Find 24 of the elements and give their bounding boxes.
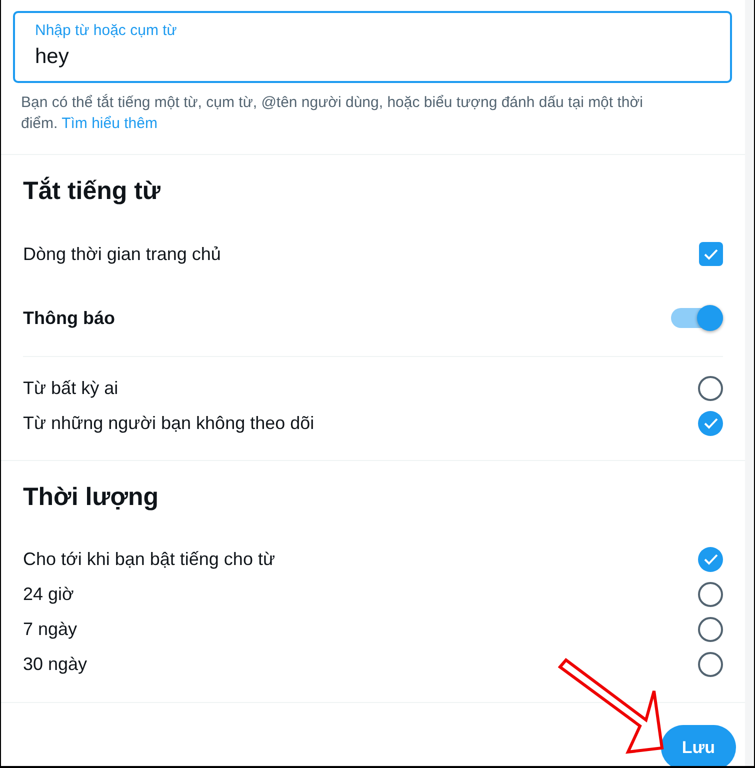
field-label: Nhập từ hoặc cụm từ — [35, 22, 178, 39]
radio-button[interactable] — [698, 617, 723, 642]
word-input-field[interactable]: Nhập từ hoặc cụm từ hey — [13, 11, 732, 83]
option-label: Từ những người bạn không theo dõi — [23, 413, 314, 434]
toggle-switch[interactable] — [671, 305, 723, 331]
option-label: Từ bất kỳ ai — [23, 378, 118, 399]
section-title: Thời lượng — [23, 483, 160, 513]
radio-button[interactable] — [698, 582, 723, 607]
setting-label: Dòng thời gian trang chủ — [23, 244, 221, 264]
radio-button[interactable] — [698, 547, 723, 572]
option-label: 24 giờ — [23, 584, 74, 605]
check-icon — [704, 554, 718, 565]
help-text: Bạn có thể tắt tiếng một từ, cụm từ, @tên người dùng, hoặc biểu tượng đánh dấu tại một thời điểm. Tìm hiểu thêm — [21, 93, 644, 134]
setting-label: Thông báo — [23, 308, 115, 328]
option-label: Cho tới khi bạn bật tiếng cho từ — [23, 549, 275, 570]
option-label: 30 ngày — [23, 654, 88, 675]
radio-button[interactable] — [698, 652, 723, 677]
option-label: 7 ngày — [23, 619, 78, 640]
check-icon — [704, 248, 718, 260]
section-title: Tắt tiếng từ — [23, 177, 162, 207]
checkbox[interactable] — [699, 242, 723, 266]
check-icon — [704, 418, 718, 429]
radio-button[interactable] — [698, 376, 723, 401]
radio-button[interactable] — [698, 411, 723, 436]
